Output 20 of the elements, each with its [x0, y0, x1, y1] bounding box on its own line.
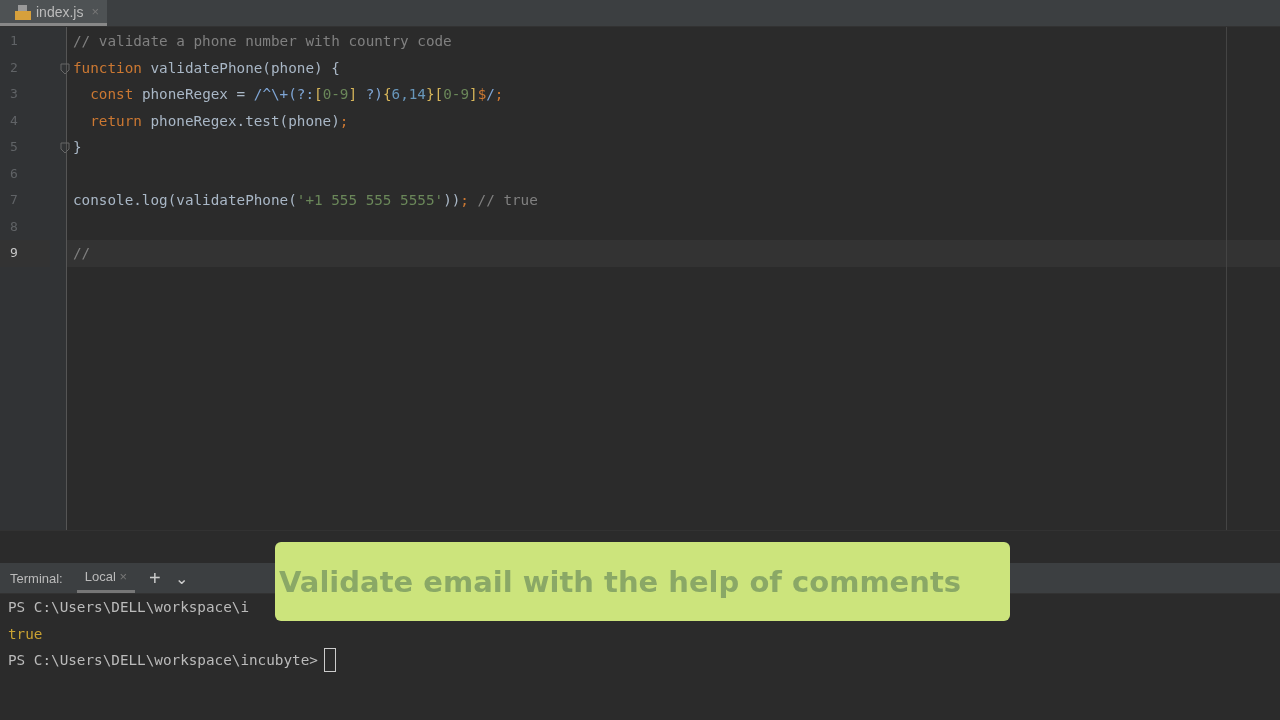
- terminal-title: Terminal:: [10, 570, 63, 586]
- fold-icon[interactable]: [60, 140, 70, 154]
- file-tab[interactable]: index.js ×: [0, 0, 108, 26]
- code-line: return phoneRegex.test(phone);: [89, 112, 349, 129]
- code-line: console.log(validatePhone('+1 555 555 5555')); // true: [73, 192, 538, 209]
- js-file-icon: [14, 3, 32, 20]
- code-line: //: [73, 245, 91, 262]
- caption-banner: Validate email with the help of comments: [275, 542, 1010, 621]
- terminal-tab[interactable]: Local ×: [76, 563, 136, 593]
- dropdown-icon[interactable]: ⌄: [174, 568, 188, 588]
- terminal-line: PS C:\Users\DELL\workspace\i: [8, 599, 249, 616]
- tab-label: index.js: [36, 3, 84, 20]
- fold-icon[interactable]: [60, 60, 70, 75]
- code-line: function validatePhone(phone) {: [73, 59, 340, 76]
- terminal-line: true: [8, 625, 43, 642]
- add-icon[interactable]: +: [149, 566, 161, 590]
- code-line: const phoneRegex = /^\+(?:[0-9] ?){6,14}[0-9]$/;: [89, 86, 504, 103]
- code-line: }: [73, 139, 82, 156]
- code-line: // validate a phone number with country code: [73, 33, 452, 50]
- terminal-line: PS C:\Users\DELL\workspace\incubyte>: [8, 652, 318, 669]
